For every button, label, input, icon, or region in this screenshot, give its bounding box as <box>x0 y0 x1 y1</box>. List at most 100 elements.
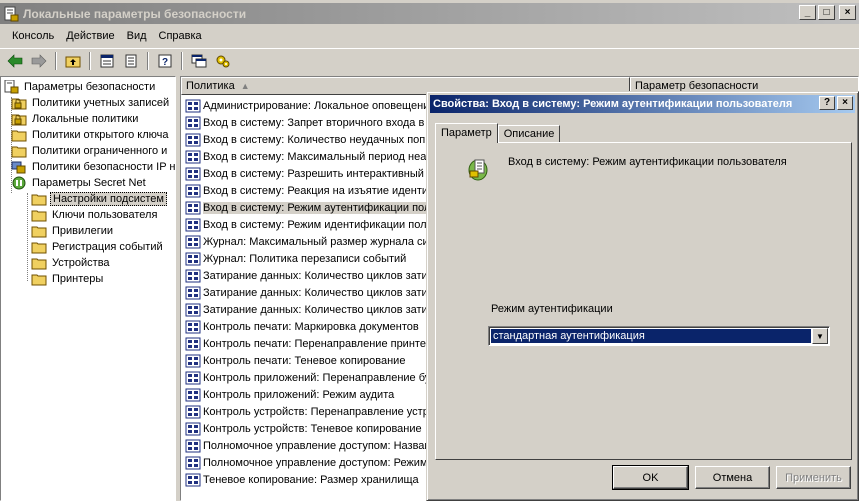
policy-name: Вход в систему: Режим идентификации поль… <box>203 218 438 231</box>
policy-name: Затирание данных: Количество циклов зати <box>203 269 428 282</box>
export-list-button[interactable] <box>120 50 142 71</box>
policy-name: Журнал: Политика перезаписи событий <box>203 252 407 265</box>
policy-setting-icon <box>185 201 201 214</box>
table-row[interactable]: Полномочное управление доступом: Режим р <box>185 454 437 471</box>
table-row[interactable]: Контроль печати: Маркировка документов <box>185 318 419 335</box>
policy-name: Контроль приложений: Режим аудита <box>203 388 395 401</box>
folder-icon <box>31 194 47 206</box>
menu-action[interactable]: Действие <box>60 28 120 44</box>
policy-name: Вход в систему: Запрет вторичного входа … <box>203 116 425 129</box>
tree-item-local-policies[interactable]: Локальные политики <box>11 111 140 127</box>
table-row[interactable]: Вход в систему: Разрешить интерактивный <box>185 165 424 182</box>
policy-name: Контроль устройств: Теневое копирование <box>203 422 422 435</box>
policy-name: Контроль печати: Перенаправление принте <box>203 337 426 350</box>
table-row[interactable]: Контроль приложений: Режим аудита <box>185 386 394 403</box>
policy-setting-icon <box>185 439 201 452</box>
toolbar-separator <box>55 51 57 70</box>
table-row[interactable]: Вход в систему: Количество неудачных поп <box>185 131 425 148</box>
dialog-help-button[interactable]: ? <box>819 96 835 110</box>
table-row[interactable]: Журнал: Максимальный размер журнала сис <box>185 233 434 250</box>
tree-pane[interactable]: Параметры безопасности Политики учетных … <box>0 76 176 501</box>
table-row[interactable]: Вход в систему: Режим аутентификации пол <box>185 199 431 216</box>
settings-button[interactable] <box>212 50 234 71</box>
table-row[interactable]: Затирание данных: Количество циклов зати <box>185 301 428 318</box>
table-row[interactable]: Затирание данных: Количество циклов зати <box>185 284 428 301</box>
policy-name: Полномочное управление доступом: Назван <box>203 439 431 452</box>
tree-item-privileges[interactable]: Привилегии <box>31 223 115 239</box>
menu-bar: Консоль Действие Вид Справка <box>0 26 859 46</box>
policy-name: Журнал: Максимальный размер журнала сис <box>203 235 435 248</box>
tree-item-secret-net[interactable]: Параметры Secret Net <box>11 175 148 191</box>
tree-item-public-key-policies[interactable]: Политики открытого ключа <box>11 127 170 143</box>
policy-name: Теневое копирование: Размер хранилища <box>203 473 419 486</box>
dialog-titlebar[interactable]: Свойства: Вход в систему: Режим аутентиф… <box>430 95 855 113</box>
table-row[interactable]: Контроль печати: Перенаправление принте <box>185 335 426 352</box>
tree-item-user-keys[interactable]: Ключи пользователя <box>31 207 159 223</box>
policy-name: Контроль приложений: Перенаправление бу <box>203 371 431 384</box>
table-row[interactable]: Затирание данных: Количество циклов зати <box>185 267 428 284</box>
tree-item-ip-security[interactable]: Политики безопасности IP н <box>11 159 175 175</box>
properties-icon <box>100 54 114 67</box>
gears-icon <box>216 55 230 67</box>
maximize-button[interactable]: □ <box>818 5 835 20</box>
new-window-icon <box>191 54 207 67</box>
policy-setting-icon <box>185 388 201 401</box>
table-row[interactable]: Контроль устройств: Теневое копирование <box>185 420 422 437</box>
table-row[interactable]: Контроль устройств: Перенаправление устр <box>185 403 429 420</box>
tree-root[interactable]: Параметры безопасности <box>3 79 157 95</box>
tree-item-devices[interactable]: Устройства <box>31 255 112 271</box>
ok-button[interactable]: OK <box>612 465 689 490</box>
table-row[interactable]: Полномочное управление доступом: Назван <box>185 437 430 454</box>
table-row[interactable]: Журнал: Политика перезаписи событий <box>185 250 406 267</box>
table-row[interactable]: Вход в систему: Максимальный период неак <box>185 148 431 165</box>
table-row[interactable]: Вход в систему: Реакция на изъятие идент… <box>185 182 428 199</box>
policy-setting-icon <box>185 371 201 384</box>
tab-parameter[interactable]: Параметр <box>435 123 498 143</box>
table-row[interactable]: Администрирование: Локальное оповещени <box>185 97 429 114</box>
folder-icon <box>11 130 27 142</box>
table-row[interactable]: Контроль печати: Теневое копирование <box>185 352 405 369</box>
window-titlebar[interactable]: Локальные параметры безопасности _ □ × <box>0 3 859 24</box>
menu-console[interactable]: Консоль <box>6 28 60 44</box>
policy-name: Вход в систему: Реакция на изъятие идент… <box>203 184 428 197</box>
tree-item-software-restriction[interactable]: Политики ограниченного и <box>11 143 169 159</box>
policy-setting-icon <box>185 184 201 197</box>
properties-button[interactable] <box>96 50 118 71</box>
table-row[interactable]: Вход в систему: Режим идентификации поль… <box>185 216 437 233</box>
policy-setting-icon <box>185 218 201 231</box>
folder-icon <box>11 146 27 158</box>
cancel-button[interactable]: Отмена <box>695 466 770 489</box>
policy-setting-icon <box>185 235 201 248</box>
tree-item-printers[interactable]: Принтеры <box>31 271 105 287</box>
dialog-close-button[interactable]: × <box>837 96 853 110</box>
security-settings-icon <box>4 6 19 21</box>
policy-name: Контроль печати: Маркировка документов <box>203 320 419 333</box>
toolbar-separator <box>181 51 183 70</box>
tree-item-account-policies[interactable]: Политики учетных записей <box>11 95 171 111</box>
minimize-button[interactable]: _ <box>799 5 816 20</box>
tree-item-event-logging[interactable]: Регистрация событий <box>31 239 165 255</box>
tab-description[interactable]: Описание <box>497 125 561 143</box>
policy-name: Затирание данных: Количество циклов зати <box>203 303 428 316</box>
back-button[interactable] <box>4 50 26 71</box>
table-row[interactable]: Контроль приложений: Перенаправление бу <box>185 369 430 386</box>
up-level-button[interactable] <box>62 50 84 71</box>
table-row[interactable]: Вход в систему: Запрет вторичного входа … <box>185 114 424 131</box>
close-button[interactable]: × <box>839 5 856 20</box>
auth-mode-select[interactable]: стандартная аутентификация ▼ <box>488 326 830 346</box>
policy-setting-icon <box>185 133 201 146</box>
help-button[interactable]: ? <box>154 50 176 71</box>
tab-panel-parameter: Вход в систему: Режим аутентификации пол… <box>435 142 852 460</box>
table-row[interactable]: Теневое копирование: Размер хранилища <box>185 471 419 488</box>
menu-view[interactable]: Вид <box>121 28 153 44</box>
menu-help[interactable]: Справка <box>153 28 208 44</box>
apply-button[interactable]: Применить <box>776 466 851 489</box>
toolbar-separator <box>89 51 91 70</box>
toolbar-separator <box>147 51 149 70</box>
folder-icon <box>31 210 47 222</box>
new-window-button[interactable] <box>188 50 210 71</box>
dialog-tabs: Параметр Описание <box>435 123 561 143</box>
tree-item-subsystem-settings[interactable]: Настройки подсистем <box>31 191 167 207</box>
dropdown-arrow-icon[interactable]: ▼ <box>812 328 828 344</box>
forward-button[interactable] <box>28 50 50 71</box>
